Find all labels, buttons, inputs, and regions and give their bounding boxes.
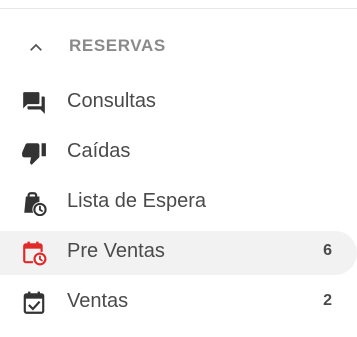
calendar-check-icon — [23, 291, 45, 314]
menu-item-count: 2 — [323, 292, 332, 309]
menu-item-pre-ventas[interactable]: Pre Ventas 6 — [0, 231, 357, 275]
bag-clock-icon — [24, 192, 47, 216]
menu-item-label: Pre Ventas — [67, 240, 165, 262]
top-divider — [0, 8, 357, 9]
menu-item-label: Consultas — [67, 90, 156, 112]
menu-item-lista-de-espera[interactable]: Lista de Espera — [0, 181, 357, 225]
menu-item-ventas[interactable]: Ventas 2 — [0, 281, 357, 325]
section-title: RESERVAS — [69, 36, 166, 55]
menu-item-count: 6 — [323, 242, 332, 259]
menu-item-consultas[interactable]: Consultas — [0, 81, 357, 125]
menu-item-label: Ventas — [67, 290, 129, 312]
menu-item-caidas[interactable]: Caídas — [0, 131, 357, 175]
menu-item-label: Caídas — [67, 140, 131, 162]
calendar-clock-icon — [23, 241, 47, 266]
chevron-up-icon[interactable] — [28, 39, 44, 55]
menu-item-label: Lista de Espera — [67, 190, 206, 212]
thumb-down-icon — [22, 143, 46, 165]
forum-icon — [23, 92, 45, 114]
reservas-section-header[interactable]: RESERVAS — [0, 28, 357, 66]
reservas-sidebar-panel: RESERVAS Consultas Caídas Lista de Esper… — [0, 0, 357, 337]
